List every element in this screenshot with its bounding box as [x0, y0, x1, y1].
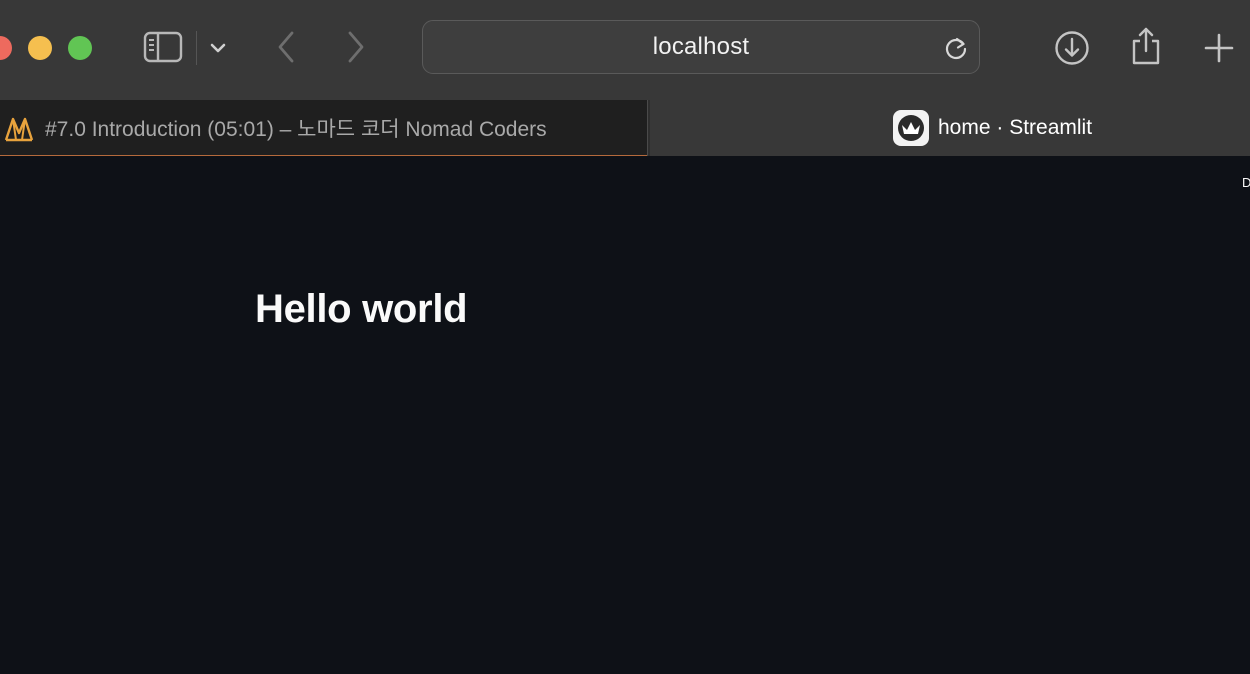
address-text[interactable]: localhost	[423, 21, 979, 73]
tab-underline	[0, 155, 647, 156]
nomad-coders-logo-icon	[4, 117, 34, 142]
deploy-button-partial[interactable]: D	[1242, 175, 1250, 190]
address-bar[interactable]: localhost	[422, 20, 980, 74]
downloads-button[interactable]	[1052, 28, 1092, 68]
reload-button[interactable]	[941, 33, 971, 63]
reload-icon	[945, 37, 967, 60]
toolbar-divider	[196, 31, 197, 65]
forward-button[interactable]	[338, 28, 374, 66]
sidebar-toggle-button[interactable]	[140, 28, 186, 66]
sidebar-icon	[143, 31, 183, 63]
streamlit-logo-icon	[893, 110, 929, 146]
close-window-button[interactable]	[0, 36, 12, 60]
tab-bar: #7.0 Introduction (05:01) – 노마드 코더 Nomad…	[0, 100, 1250, 156]
tab-group-menu-button[interactable]	[204, 34, 232, 62]
tab-title: #7.0 Introduction (05:01) – 노마드 코더 Nomad…	[45, 118, 547, 141]
page-content: Hello world D	[0, 157, 1250, 674]
minimize-window-button[interactable]	[28, 36, 52, 60]
new-tab-icon	[1204, 33, 1234, 63]
tab-title: home · Streamlit	[938, 116, 1093, 139]
back-icon	[278, 31, 294, 63]
share-button[interactable]	[1126, 24, 1166, 68]
download-icon	[1055, 31, 1089, 65]
chevron-down-icon	[210, 43, 226, 53]
tab-streamlit-home[interactable]: home · Streamlit	[650, 100, 1250, 156]
back-button[interactable]	[268, 28, 304, 66]
browser-toolbar: localhost	[0, 0, 1250, 100]
new-tab-button[interactable]	[1200, 28, 1238, 68]
page-title: Hello world	[255, 287, 468, 331]
maximize-window-button[interactable]	[68, 36, 92, 60]
share-icon	[1132, 27, 1160, 65]
tab-nomad-coders[interactable]: #7.0 Introduction (05:01) – 노마드 코더 Nomad…	[0, 100, 648, 156]
forward-icon	[348, 31, 364, 63]
